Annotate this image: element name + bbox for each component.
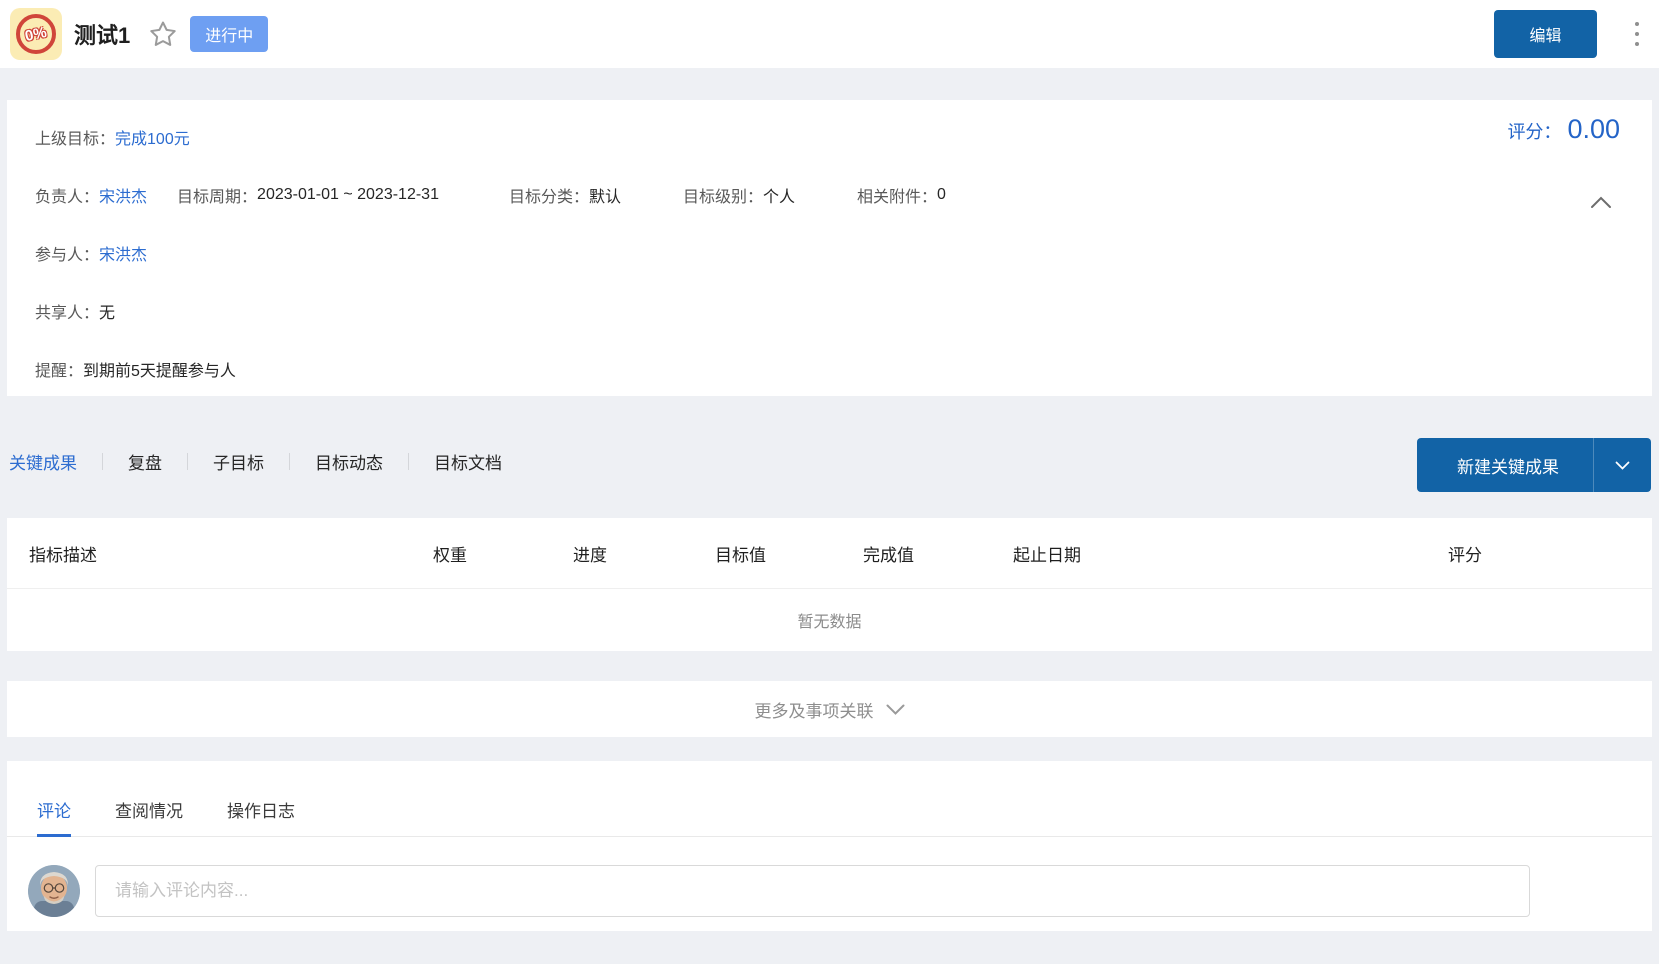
period-label: 目标周期： (177, 183, 257, 207)
goal-meta-row: 负责人： 宋洪杰 目标周期： 2023-01-01 ~ 2023-12-31 目… (35, 178, 1652, 212)
create-key-result-button[interactable]: 新建关键成果 (1417, 438, 1651, 492)
reminder-value: 到期前5天提醒参与人 (83, 357, 236, 381)
more-associations-bar[interactable]: 更多及事项关联 (7, 681, 1652, 737)
tab-comments[interactable]: 评论 (37, 797, 71, 836)
shared-value: 无 (99, 299, 115, 323)
goal-overview-card: 上级目标： 完成100元 负责人： 宋洪杰 目标周期： 2023-01-01 ~… (7, 100, 1652, 396)
level-label: 目标级别： (683, 183, 763, 207)
edit-button[interactable]: 编辑 (1494, 10, 1597, 58)
level-value: 个人 (763, 183, 795, 207)
attachments-label: 相关附件： (857, 183, 937, 207)
column-header-description: 指标描述 (7, 541, 433, 566)
comment-input[interactable] (95, 865, 1530, 917)
parent-goal-label: 上级目标： (35, 125, 115, 149)
create-key-result-label[interactable]: 新建关键成果 (1417, 438, 1593, 492)
more-actions-icon[interactable] (1629, 18, 1645, 50)
empty-state-text: 暂无数据 (7, 588, 1652, 651)
reminder-label: 提醒： (35, 357, 83, 381)
status-badge: 进行中 (190, 16, 268, 52)
tab-review[interactable]: 复盘 (103, 449, 187, 474)
participant-link[interactable]: 宋洪杰 (99, 241, 147, 265)
reminder-row: 提醒： 到期前5天提醒参与人 (35, 352, 1652, 386)
section-tabs-toolbar: 关键成果 复盘 子目标 目标动态 目标文档 新建关键成果 (7, 430, 1652, 492)
favorite-star-icon[interactable] (148, 19, 178, 49)
score-label: 评分： (1507, 118, 1561, 144)
key-results-table: 指标描述 权重 进度 目标值 完成值 起止日期 评分 暂无数据 (7, 518, 1652, 651)
participants-label: 参与人： (35, 241, 99, 265)
column-header-completed: 完成值 (863, 541, 1013, 566)
comment-compose-row (7, 837, 1652, 917)
parent-goal-row: 上级目标： 完成100元 (35, 120, 1652, 154)
shared-row: 共享人： 无 (35, 294, 1652, 328)
column-header-progress: 进度 (573, 541, 715, 566)
score-value: 0.00 (1567, 114, 1620, 145)
column-header-score: 评分 (1448, 541, 1652, 566)
expand-chevron-down-icon (886, 704, 905, 715)
goal-progress-icon: 0% (10, 8, 62, 60)
comments-section: 评论 查阅情况 操作日志 (7, 761, 1652, 931)
user-avatar (28, 865, 80, 917)
top-bar: 0% 测试1 进行中 编辑 (0, 0, 1659, 68)
column-header-dates: 起止日期 (1013, 541, 1448, 566)
owner-label: 负责人： (35, 183, 99, 207)
owner-link[interactable]: 宋洪杰 (99, 183, 147, 207)
progress-ring-icon: 0% (16, 14, 56, 54)
column-header-weight: 权重 (433, 541, 573, 566)
category-label: 目标分类： (509, 183, 589, 207)
tab-read-status[interactable]: 查阅情况 (115, 797, 183, 836)
participants-row: 参与人： 宋洪杰 (35, 236, 1652, 270)
tab-goal-docs[interactable]: 目标文档 (409, 449, 527, 474)
tab-operation-log[interactable]: 操作日志 (227, 797, 295, 836)
progress-percent-label: 0% (24, 23, 49, 44)
tab-key-results[interactable]: 关键成果 (7, 449, 102, 474)
parent-goal-link[interactable]: 完成100元 (115, 125, 190, 149)
page-title: 测试1 (74, 18, 130, 50)
create-dropdown-chevron-icon[interactable] (1593, 438, 1651, 492)
period-value: 2023-01-01 ~ 2023-12-31 (257, 186, 439, 204)
category-value: 默认 (589, 183, 621, 207)
more-associations-label[interactable]: 更多及事项关联 (755, 697, 874, 722)
column-header-target: 目标值 (715, 541, 863, 566)
comments-tabs: 评论 查阅情况 操作日志 (7, 761, 1652, 837)
shared-label: 共享人： (35, 299, 99, 323)
attachments-count: 0 (937, 186, 946, 204)
tab-sub-goals[interactable]: 子目标 (188, 449, 289, 474)
table-header-row: 指标描述 权重 进度 目标值 完成值 起止日期 评分 (7, 518, 1652, 588)
tab-goal-activity[interactable]: 目标动态 (290, 449, 408, 474)
collapse-chevron-up-icon[interactable] (1586, 192, 1616, 218)
score-box: 评分： 0.00 (1507, 114, 1620, 145)
